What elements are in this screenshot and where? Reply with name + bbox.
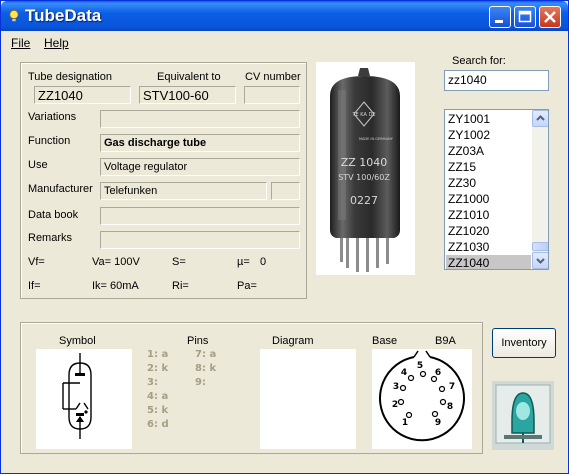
tube-logo-image [492,381,554,450]
tube-list[interactable]: ZY1001 ZY1002 ZZ03A ZZ15 ZZ30 ZZ1000 ZZ1… [444,109,549,270]
list-scrollbar[interactable] [532,110,548,269]
chevron-up-icon [536,115,545,121]
base-panel: 1 2 3 4 5 6 7 8 9 [372,349,472,449]
base-pin-5: 5 [417,361,423,371]
databook-field[interactable] [100,207,300,225]
menu-file-label: File [11,36,31,50]
diagram-panel [260,349,356,449]
equivalent-label: Equivalent to [157,71,221,83]
list-item[interactable]: ZZ1000 [446,191,531,207]
pin-2: 2: k [147,363,169,374]
base-pin-3: 3 [393,382,399,392]
list-item-selected[interactable]: ZZ1040 [446,255,531,269]
param-ri: Ri= [172,280,189,292]
tube-symbol-icon [62,353,92,439]
variations-label: Variations [28,111,77,123]
list-item[interactable]: ZZ1010 [446,207,531,223]
pin-3: 3: [147,377,158,388]
remarks-field[interactable] [100,231,300,249]
list-item[interactable]: ZZ03A [446,143,531,159]
param-mu-value: 0 [260,256,267,268]
window-title: TubeData [25,6,102,25]
maximize-button[interactable] [514,6,536,28]
base-pin-4: 4 [401,368,407,378]
cv-number-label: CV number [245,71,301,83]
search-label: Search for: [452,55,506,67]
manufacturer-extra-field[interactable] [271,182,300,200]
use-label: Use [28,159,48,171]
base-pin-1: 1 [402,418,408,428]
base-diagram-icon: 1 2 3 4 5 6 7 8 9 [379,350,465,442]
photo-made: MADE IN GERMANY [359,137,394,141]
chevron-down-icon [536,258,545,264]
variations-field[interactable] [100,110,300,128]
pin-1: 1: a [147,349,169,360]
photo-line3: 0227 [350,194,378,207]
pin-8: 8: k [195,363,217,374]
diagram-label: Diagram [272,335,314,347]
main-window: TubeData File Help Tube designation Equi… [0,0,569,474]
designation-label: Tube designation [28,71,112,83]
title-bar[interactable]: TubeData [1,1,568,31]
base-pin-9: 9 [435,418,441,428]
pins-panel: 1: a 2: k 3: 4: a 5: k 6: d 7: a 8: k 9: [146,349,246,449]
list-item[interactable]: ZZ30 [446,175,531,191]
param-pa: Pa= [237,280,257,292]
cv-number-field[interactable] [244,86,300,104]
param-mu: µ= [237,256,250,268]
param-va: Va= 100V [92,256,140,268]
inventory-button[interactable]: Inventory [492,328,556,358]
menu-help[interactable]: Help [44,36,69,50]
pins-label: Pins [187,335,209,347]
photo-brand: TE KA DE [351,112,375,118]
scroll-thumb[interactable] [532,242,548,251]
menu-help-label: Help [44,36,69,50]
close-button[interactable] [539,6,561,28]
remarks-label: Remarks [28,232,73,244]
param-ik: Ik= 60mA [92,280,139,292]
scroll-down-button[interactable] [532,252,548,269]
pin-9: 9: [195,377,206,388]
function-label: Function [28,135,71,147]
param-s: S= [172,256,186,268]
pin-7: 7: a [195,349,217,360]
base-pin-2: 2 [392,400,398,410]
minimize-icon [495,20,503,23]
list-item[interactable]: ZY1001 [446,111,531,127]
list-item[interactable]: ZY1002 [446,127,531,143]
base-pin-8: 8 [447,402,453,412]
base-label: Base [372,335,398,347]
photo-line2: STV 100/60Z [338,173,390,182]
pin-5: 5: k [147,405,169,416]
photo-line1: ZZ 1040 [341,156,388,169]
minimize-button[interactable] [489,6,511,28]
close-icon [544,11,556,23]
function-field[interactable]: Gas discharge tube [100,134,300,152]
pin-4: 4: a [147,391,169,402]
base-type-label: B9A [435,335,456,347]
manufacturer-field[interactable]: Telefunken [100,182,267,200]
scroll-up-button[interactable] [532,110,548,127]
tube-photo: TE KA DE MADE IN GERMANY ZZ 1040 STV 100… [316,62,415,275]
param-vf: Vf= [28,256,45,268]
search-input[interactable]: zz1040 [444,70,549,91]
base-pin-7: 7 [449,382,455,392]
maximize-icon [518,10,532,23]
menu-file[interactable]: File [11,36,30,50]
use-field[interactable]: Voltage regulator [100,158,300,176]
menu-bar: File Help [1,32,568,52]
symbol-label: Symbol [59,335,96,347]
designation-field[interactable]: ZZ1040 [34,86,131,104]
equivalent-field[interactable]: STV100-60 [139,86,236,104]
list-item[interactable]: ZZ15 [446,159,531,175]
pin-6: 6: d [147,419,169,430]
list-item[interactable]: ZZ1020 [446,223,531,239]
lightbulb-icon [9,9,19,22]
manufacturer-label: Manufacturer [28,183,93,195]
databook-label: Data book [28,209,79,221]
param-if: If= [28,280,41,292]
symbol-panel [36,349,132,449]
tube-logo-icon [492,381,554,450]
list-item[interactable]: ZZ1030 [446,239,531,255]
